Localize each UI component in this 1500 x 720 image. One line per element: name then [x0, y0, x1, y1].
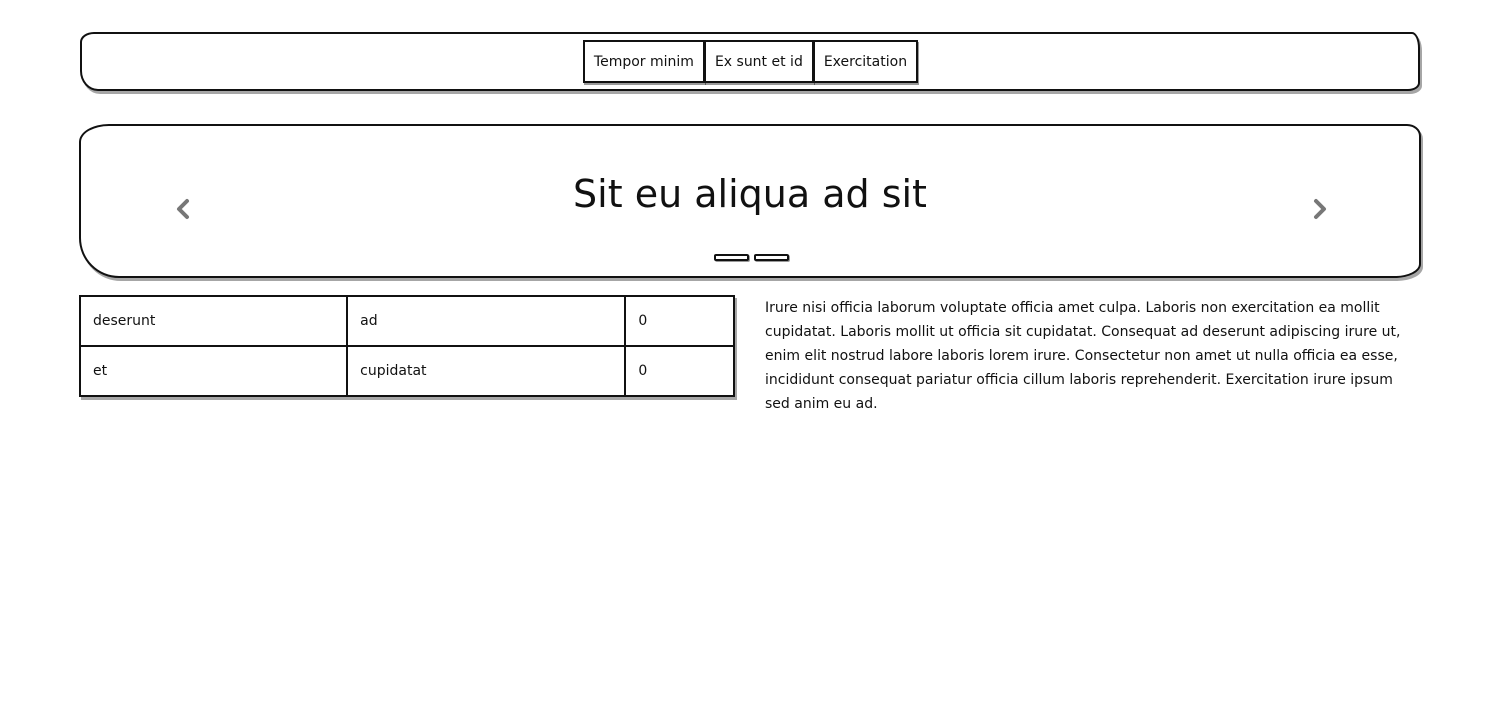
chevron-right-icon — [1314, 199, 1326, 219]
data-table: deserunt ad 0 et cupidatat 0 — [78, 295, 735, 397]
nav-button-group: Tempor minim Ex sunt et id Exercitation — [582, 40, 919, 83]
carousel: Sit eu aliqua ad sit — [79, 124, 1421, 278]
table-cell: deserunt — [78, 295, 349, 347]
body-paragraph: Irure nisi officia laborum voluptate off… — [765, 300, 1401, 412]
nav-button-tempor-minim[interactable]: Tempor minim — [582, 40, 705, 83]
nav-button-exercitation[interactable]: Exercitation — [812, 40, 919, 83]
navbar: Tempor minim Ex sunt et id Exercitation — [80, 32, 1420, 91]
table-row: et cupidatat 0 — [78, 345, 735, 397]
carousel-slide-title: Sit eu aliqua ad sit — [573, 172, 927, 216]
table-cell: 0 — [624, 295, 735, 347]
table-cell: 0 — [624, 345, 735, 397]
table-row: deserunt ad 0 — [78, 295, 735, 347]
carousel-indicator-2[interactable] — [754, 254, 789, 261]
table-cell: et — [78, 345, 349, 397]
nav-button-ex-sunt-et-id[interactable]: Ex sunt et id — [703, 40, 814, 83]
table-cell: cupidatat — [346, 345, 627, 397]
carousel-indicators — [714, 254, 789, 261]
table-cell: ad — [346, 295, 627, 347]
carousel-next-button[interactable] — [1308, 194, 1332, 224]
carousel-indicator-1[interactable] — [714, 254, 749, 261]
